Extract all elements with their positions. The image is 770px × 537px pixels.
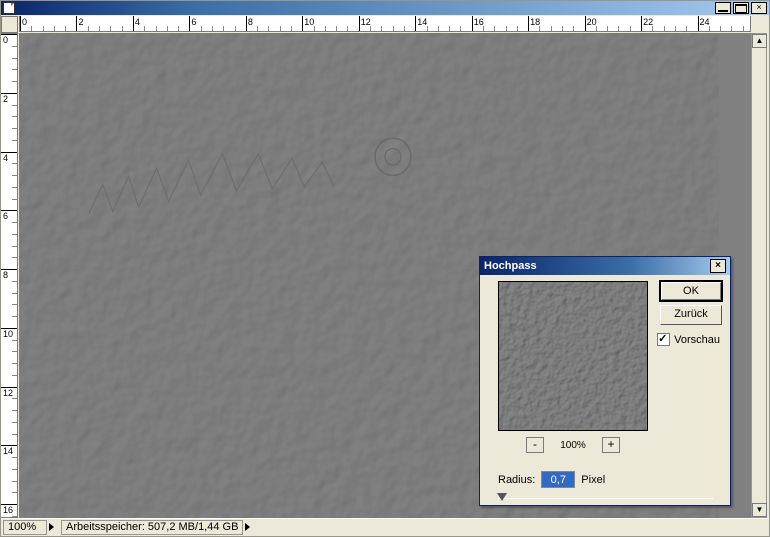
scrollbar-vertical[interactable]: ▲ ▼ [751,33,767,518]
memory-status: Arbeitsspeicher: 507,2 MB/1,44 GB [61,520,243,535]
slider-thumb[interactable] [497,493,507,501]
ruler-tick-label: 2 [78,17,83,27]
document-titlebar[interactable]: × [1,1,769,15]
radius-slider[interactable] [498,493,713,505]
zoom-out-button[interactable]: - [526,437,544,453]
dialog-title: Hochpass [484,260,537,272]
close-button[interactable]: × [751,2,767,14]
ruler-tick-label: 4 [135,17,140,27]
preview-checkbox-row: Vorschau [657,333,720,346]
radius-row: Radius: Pixel [498,471,605,488]
status-menu-arrow-icon[interactable] [245,520,253,535]
ruler-tick-label: 12 [3,388,13,398]
ruler-tick-label: 14 [3,446,13,456]
ruler-horizontal[interactable]: 02468101214161820222426 [19,16,751,32]
filter-preview[interactable] [498,281,648,431]
maximize-button[interactable] [733,2,749,14]
preview-zoom-percent: 100% [553,440,593,451]
slider-track [498,498,713,499]
document-icon [3,2,15,14]
document-window: × 02468101214161820222426 0246810121416 [0,0,770,537]
cancel-button[interactable]: Zurück [660,305,722,325]
ruler-tick-label: 0 [22,17,27,27]
dialog-close-button[interactable]: × [710,259,726,273]
preview-checkbox-label: Vorschau [674,334,720,346]
preview-zoom-controls: - 100% + [498,437,648,453]
ruler-tick-label: 10 [3,329,13,339]
preview-checkbox[interactable] [657,333,670,346]
ruler-tick-label: 6 [191,17,196,27]
highpass-dialog: Hochpass × - 100% + Radius: [479,256,731,506]
ruler-tick-label: 0 [3,35,8,45]
status-menu-arrow-icon[interactable] [49,520,57,535]
ruler-vertical[interactable]: 0 2 4 6 8 10 12 14 16 [1,33,18,518]
zoom-in-button[interactable]: + [602,437,620,453]
ruler-origin[interactable] [1,16,18,33]
ok-button[interactable]: OK [660,281,722,301]
scroll-up-button[interactable]: ▲ [752,34,767,48]
status-bar: 100% Arbeitsspeicher: 507,2 MB/1,44 GB [1,518,769,536]
ruler-tick-label: 6 [3,211,8,221]
radius-input[interactable] [541,471,575,488]
ruler-tick-label: 16 [3,505,13,515]
scroll-down-button[interactable]: ▼ [752,503,767,517]
radius-label: Radius: [498,474,535,486]
radius-unit: Pixel [581,474,605,486]
dialog-titlebar[interactable]: Hochpass × [480,257,730,275]
ruler-tick-label: 4 [3,153,8,163]
ok-button-label: OK [661,282,721,300]
ruler-tick-label: 8 [248,17,253,27]
ruler-tick-label: 8 [3,270,8,280]
zoom-level[interactable]: 100% [3,520,47,535]
dialog-body: - 100% + Radius: Pixel OK Zurück Vorscha… [480,275,730,505]
minimize-button[interactable] [715,2,731,14]
ruler-tick-label: 2 [3,94,8,104]
